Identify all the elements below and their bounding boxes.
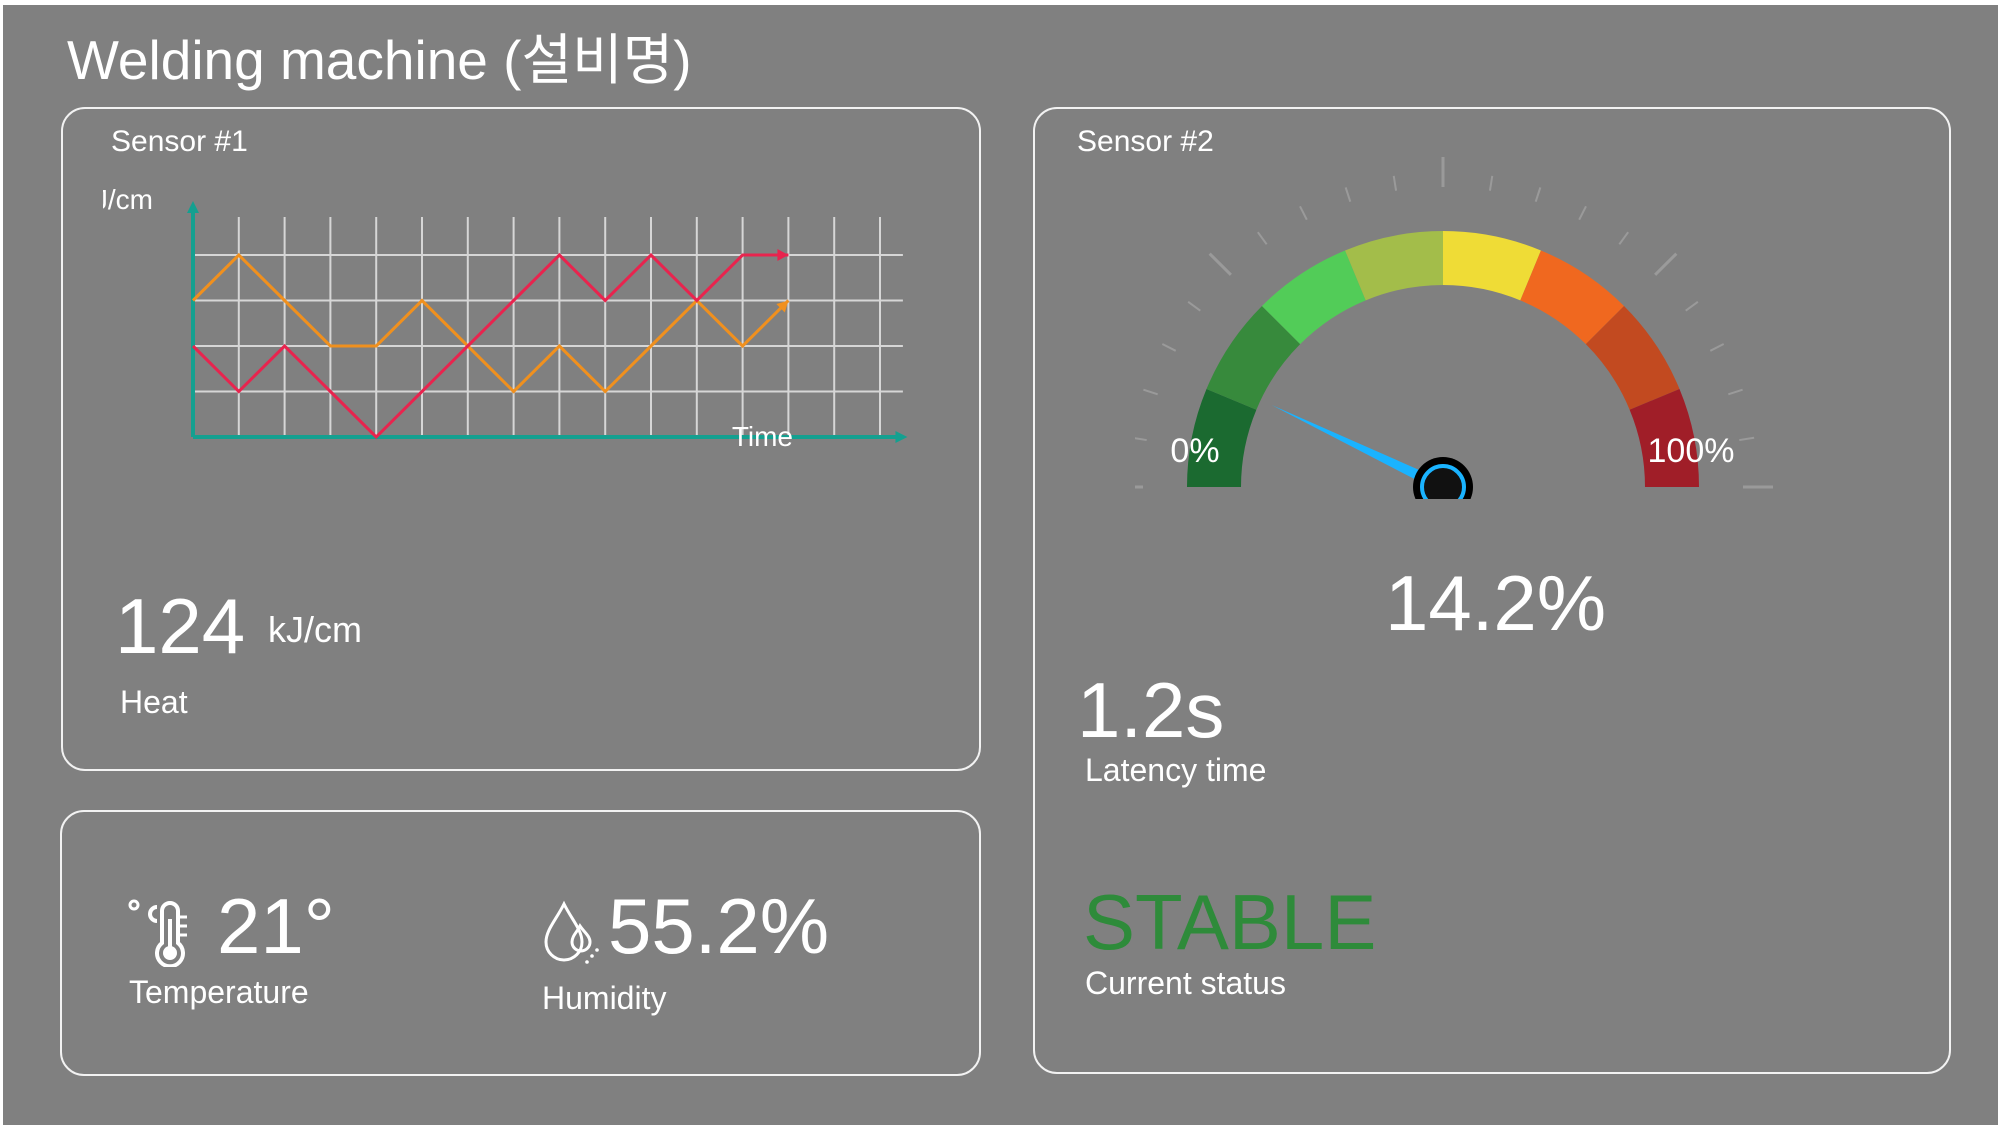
sensor1-title: Sensor #1: [111, 125, 248, 158]
heat-line-chart: kJ/cm Time: [103, 184, 908, 452]
gauge-tick: [1534, 187, 1542, 202]
gauge-tick: [1257, 231, 1268, 245]
water-drops-icon: [544, 900, 599, 964]
sensor2-panel: Sensor #2 0% 100% 14.2% 1.2s Latency tim…: [1033, 107, 1951, 1074]
gauge-tick: [1392, 175, 1398, 191]
gauge-hub-inner: [1420, 464, 1466, 499]
x-axis-arrow: [895, 431, 908, 443]
gauge-tick: [1709, 343, 1725, 352]
status-value: STABLE: [1083, 878, 1377, 966]
gauge-tick: [1161, 343, 1177, 352]
environment-panel: 21° Temperature 55.2% Humidity: [60, 810, 981, 1076]
gauge-tick: [1578, 205, 1587, 221]
temperature-label: Temperature: [129, 974, 309, 1010]
gauge-needle: [1271, 405, 1473, 499]
gauge-max-label: 100%: [1648, 432, 1735, 470]
gauge-tick: [1728, 388, 1743, 396]
gauge-tick: [1488, 175, 1494, 191]
dashboard-frame: Welding machine (설비명) Sensor #1 kJ/cm Ti…: [3, 5, 1998, 1125]
humidity-label: Humidity: [542, 980, 667, 1016]
temperature-value: 21°: [217, 882, 335, 970]
gauge-tick: [1739, 436, 1755, 442]
chart-y-axis-label: kJ/cm: [103, 184, 153, 215]
gauge-tick: [1208, 252, 1232, 276]
chart-x-axis-label: Time: [732, 421, 793, 452]
gauge-tick: [1135, 437, 1147, 442]
chart-series: [191, 249, 790, 440]
status-label: Current status: [1085, 965, 1286, 1001]
gauge-tick: [1654, 252, 1678, 276]
gauge-bands: [1187, 231, 1699, 487]
gauge-min-label: 0%: [1170, 432, 1219, 470]
page-title: Welding machine (설비명): [67, 29, 692, 91]
series-arrow-2: [777, 249, 789, 261]
latency-value: 1.2s: [1077, 666, 1225, 754]
heat-unit: kJ/cm: [268, 609, 362, 650]
humidity-value: 55.2%: [608, 882, 830, 970]
chart-grid: [193, 217, 903, 437]
sensor1-panel: Sensor #1 kJ/cm Time 124 kJ/cm Heat: [61, 107, 981, 771]
heat-value: 124: [115, 582, 246, 670]
latency-label: Latency time: [1085, 752, 1267, 788]
gauge-tick: [1344, 187, 1352, 202]
gauge-tick: [1299, 205, 1308, 221]
gauge-tick: [1187, 301, 1201, 312]
chart-axes: [187, 201, 908, 443]
y-axis-arrow: [187, 201, 199, 213]
gauge-tick: [1685, 301, 1699, 312]
gauge-tick: [1143, 388, 1158, 396]
heat-label: Heat: [120, 684, 188, 720]
gauge-tick: [1618, 231, 1629, 245]
gauge-value-text: 14.2%: [1385, 559, 1607, 647]
thermometer-celsius-icon: [128, 899, 187, 967]
utilization-gauge: 0% 100%: [1135, 157, 1773, 499]
